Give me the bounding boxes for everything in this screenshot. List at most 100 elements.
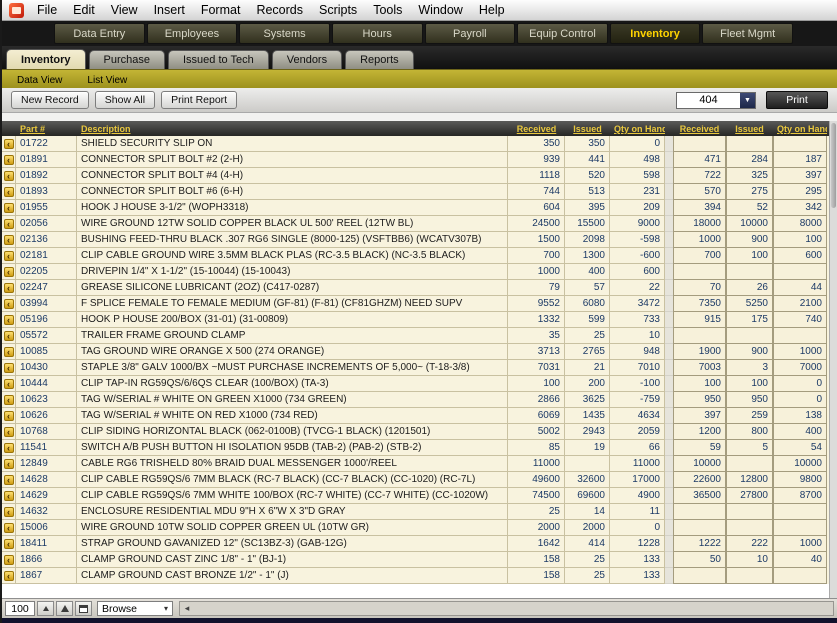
description-cell[interactable]: CLIP CABLE RG59QS/6 7MM WHITE 100/BOX (R… (77, 488, 508, 504)
row-go-button[interactable]: ‹ (2, 280, 16, 296)
description-cell[interactable]: CONNECTOR SPLIT BOLT #2 (2-H) (77, 152, 508, 168)
issued-cell[interactable]: 513 (565, 184, 610, 200)
row-go-button[interactable]: ‹ (2, 520, 16, 536)
header-issued-2[interactable]: Issued (726, 124, 773, 134)
received-2-cell[interactable]: 397 (673, 408, 726, 424)
description-cell[interactable]: TAG W/SERIAL # WHITE ON GREEN X1000 (734… (77, 392, 508, 408)
part-number-cell[interactable]: 05196 (16, 312, 77, 328)
record-count-dropdown[interactable]: 404 ▼ (676, 92, 756, 109)
issued-2-cell[interactable] (726, 456, 773, 472)
view-toggle-label[interactable]: List View (77, 74, 137, 88)
qty-on-hand-2-cell[interactable]: 600 (773, 248, 827, 264)
vertical-scrollbar-thumb[interactable] (831, 123, 836, 208)
description-cell[interactable]: CLIP TAP-IN RG59QS/6/6QS CLEAR (100/BOX)… (77, 376, 508, 392)
issued-2-cell[interactable] (726, 136, 773, 152)
qty-on-hand-cell[interactable]: 11000 (610, 456, 665, 472)
part-number-cell[interactable]: 02181 (16, 248, 77, 264)
nav-module-button[interactable]: Payroll (425, 23, 516, 44)
qty-on-hand-2-cell[interactable]: 8000 (773, 216, 827, 232)
received-2-cell[interactable]: 59 (673, 440, 726, 456)
description-cell[interactable]: WIRE GROUND 10TW SOLID COPPER GREEN UL (… (77, 520, 508, 536)
qty-on-hand-2-cell[interactable] (773, 264, 827, 280)
row-go-button[interactable]: ‹ (2, 216, 16, 232)
row-go-button[interactable]: ‹ (2, 376, 16, 392)
menu-item[interactable]: Insert (146, 3, 193, 17)
qty-on-hand-cell[interactable]: 598 (610, 168, 665, 184)
qty-on-hand-2-cell[interactable]: 8700 (773, 488, 827, 504)
issued-cell[interactable]: 14 (565, 504, 610, 520)
row-go-button[interactable]: ‹ (2, 328, 16, 344)
view-toggle-button[interactable]: Data View (7, 70, 72, 88)
received-cell[interactable]: 1332 (508, 312, 565, 328)
part-number-cell[interactable]: 10623 (16, 392, 77, 408)
part-number-cell[interactable]: 02136 (16, 232, 77, 248)
description-cell[interactable]: F SPLICE FEMALE TO FEMALE MEDIUM (GF-81)… (77, 296, 508, 312)
received-cell[interactable]: 158 (508, 552, 565, 568)
part-number-cell[interactable]: 14628 (16, 472, 77, 488)
received-cell[interactable]: 1000 (508, 264, 565, 280)
description-cell[interactable]: CLAMP GROUND CAST ZINC 1/8" - 1" (BJ-1) (77, 552, 508, 568)
row-go-button[interactable]: ‹ (2, 248, 16, 264)
issued-2-cell[interactable] (726, 520, 773, 536)
issued-2-cell[interactable]: 950 (726, 392, 773, 408)
received-cell[interactable]: 158 (508, 568, 565, 584)
part-number-cell[interactable]: 10768 (16, 424, 77, 440)
header-received-2[interactable]: Received (673, 124, 726, 134)
received-2-cell[interactable]: 50 (673, 552, 726, 568)
scroll-left-arrow-icon[interactable]: ◂ (180, 603, 194, 614)
issued-cell[interactable]: 69600 (565, 488, 610, 504)
received-cell[interactable]: 100 (508, 376, 565, 392)
horizontal-scrollbar[interactable]: ◂ (179, 601, 834, 616)
received-cell[interactable]: 350 (508, 136, 565, 152)
received-cell[interactable]: 744 (508, 184, 565, 200)
qty-on-hand-cell[interactable]: 66 (610, 440, 665, 456)
qty-on-hand-cell[interactable]: -600 (610, 248, 665, 264)
part-number-cell[interactable]: 10444 (16, 376, 77, 392)
issued-cell[interactable]: 441 (565, 152, 610, 168)
qty-on-hand-2-cell[interactable]: 400 (773, 424, 827, 440)
received-cell[interactable]: 939 (508, 152, 565, 168)
received-cell[interactable]: 1500 (508, 232, 565, 248)
description-cell[interactable]: ENCLOSURE RESIDENTIAL MDU 9"H X 6"W X 3"… (77, 504, 508, 520)
qty-on-hand-2-cell[interactable] (773, 136, 827, 152)
qty-on-hand-cell[interactable]: -759 (610, 392, 665, 408)
issued-cell[interactable]: 32600 (565, 472, 610, 488)
issued-cell[interactable]: 25 (565, 552, 610, 568)
issued-2-cell[interactable]: 900 (726, 232, 773, 248)
part-number-cell[interactable]: 02247 (16, 280, 77, 296)
qty-on-hand-cell[interactable]: 133 (610, 552, 665, 568)
part-number-cell[interactable]: 01722 (16, 136, 77, 152)
part-number-cell[interactable]: 14629 (16, 488, 77, 504)
received-2-cell[interactable]: 7003 (673, 360, 726, 376)
received-2-cell[interactable]: 18000 (673, 216, 726, 232)
sub-tab[interactable]: Vendors (272, 50, 342, 69)
received-cell[interactable]: 85 (508, 440, 565, 456)
part-number-cell[interactable]: 1867 (16, 568, 77, 584)
received-cell[interactable]: 49600 (508, 472, 565, 488)
row-go-button[interactable]: ‹ (2, 312, 16, 328)
description-cell[interactable]: HOOK P HOUSE 200/BOX (31-01) (31-00809) (77, 312, 508, 328)
issued-cell[interactable]: 15500 (565, 216, 610, 232)
toolbar-button[interactable]: Show All (95, 91, 155, 109)
qty-on-hand-2-cell[interactable]: 138 (773, 408, 827, 424)
row-go-button[interactable]: ‹ (2, 152, 16, 168)
received-2-cell[interactable]: 471 (673, 152, 726, 168)
row-go-button[interactable]: ‹ (2, 232, 16, 248)
toolbar-button[interactable]: New Record (11, 91, 89, 109)
received-2-cell[interactable]: 570 (673, 184, 726, 200)
received-cell[interactable]: 7031 (508, 360, 565, 376)
qty-on-hand-cell[interactable]: 10 (610, 328, 665, 344)
qty-on-hand-2-cell[interactable]: 100 (773, 232, 827, 248)
row-go-button[interactable]: ‹ (2, 168, 16, 184)
qty-on-hand-2-cell[interactable]: 295 (773, 184, 827, 200)
received-2-cell[interactable]: 1222 (673, 536, 726, 552)
qty-on-hand-2-cell[interactable]: 0 (773, 392, 827, 408)
issued-cell[interactable]: 21 (565, 360, 610, 376)
description-cell[interactable]: DRIVEPIN 1/4" X 1-1/2" (15-10044) (15-10… (77, 264, 508, 280)
qty-on-hand-cell[interactable]: 11 (610, 504, 665, 520)
qty-on-hand-cell[interactable]: 948 (610, 344, 665, 360)
description-cell[interactable]: WIRE GROUND 12TW SOLID COPPER BLACK UL 5… (77, 216, 508, 232)
print-button[interactable]: Print (766, 91, 828, 109)
qty-on-hand-2-cell[interactable]: 40 (773, 552, 827, 568)
row-go-button[interactable]: ‹ (2, 296, 16, 312)
